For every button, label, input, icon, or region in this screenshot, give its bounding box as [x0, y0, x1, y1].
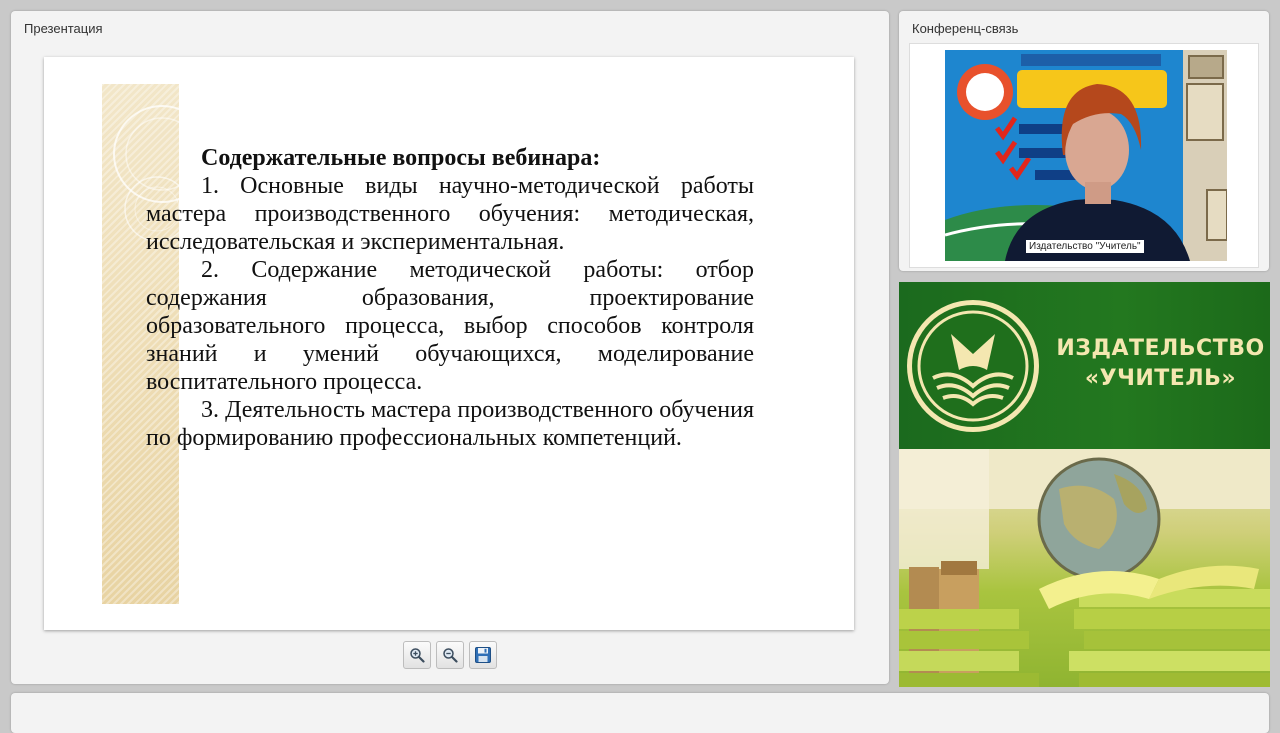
- slide: Содержательные вопросы вебинара: 1. Осно…: [44, 57, 854, 630]
- conference-panel-title: Конференц-связь: [912, 21, 1019, 36]
- zoom-out-icon: [443, 648, 458, 663]
- slide-content: Содержательные вопросы вебинара: 1. Осно…: [146, 144, 754, 452]
- webcam-image: [945, 50, 1227, 261]
- save-button[interactable]: [469, 641, 497, 669]
- slide-item-1: 1. Основные виды научно-методической раб…: [146, 173, 754, 255]
- publisher-name: ИЗДАТЕЛЬСТВО «УЧИТЕЛЬ»: [1053, 334, 1268, 394]
- zoom-in-button[interactable]: [403, 641, 431, 669]
- slide-item-2: 2. Содержание методической работы: отбор…: [146, 257, 754, 395]
- publisher-name-line2: «УЧИТЕЛЬ»: [1084, 366, 1237, 391]
- books-globe-illustration: [899, 449, 1270, 687]
- slide-heading: Содержательные вопросы вебинара:: [201, 145, 601, 171]
- conference-panel: Конференц-связь Издательство "Учитель": [899, 11, 1269, 271]
- video-feed[interactable]: Издательство "Учитель": [945, 50, 1227, 261]
- zoom-in-icon: [410, 648, 425, 663]
- presentation-panel-title: Презентация: [24, 21, 103, 36]
- zoom-out-button[interactable]: [436, 641, 464, 669]
- slide-item-3: 3. Деятельность мастера производственног…: [146, 397, 754, 451]
- bottom-panel: [11, 693, 1269, 733]
- video-label: Издательство "Учитель": [1026, 240, 1144, 253]
- presentation-panel: Презентация Содержательные вопросы вебин…: [11, 11, 889, 684]
- publisher-name-line1: ИЗДАТЕЛЬСТВО: [1056, 336, 1265, 361]
- publisher-logo-icon: [907, 300, 1039, 432]
- books-globe-image: [899, 449, 1270, 687]
- floppy-disk-icon: [475, 647, 491, 663]
- publisher-banner: ИЗДАТЕЛЬСТВО «УЧИТЕЛЬ»: [899, 282, 1270, 449]
